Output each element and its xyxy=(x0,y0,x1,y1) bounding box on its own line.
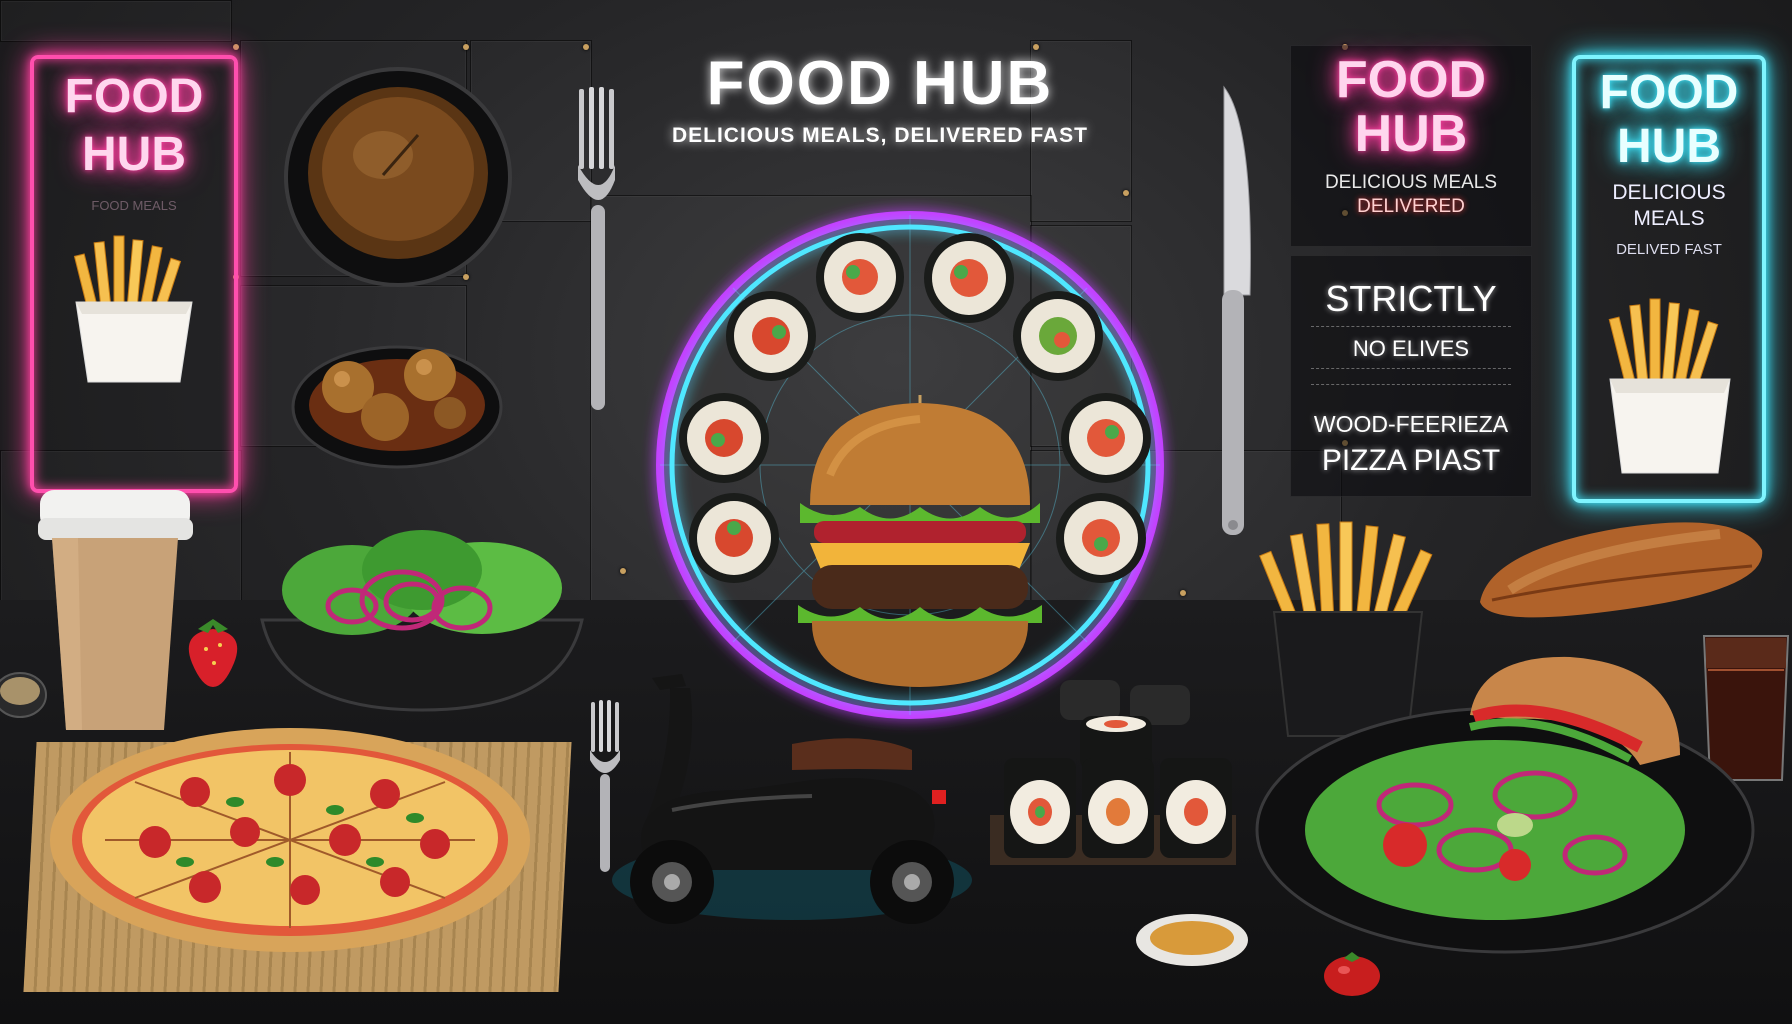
soup-bowl-icon xyxy=(284,67,512,287)
right-sign-line2: HUB xyxy=(1617,120,1721,173)
center-right-sign-sub1: DELICIOUS MEALS xyxy=(1324,172,1498,193)
sauce-dish-icon xyxy=(1136,914,1248,966)
sushi-roll-icon xyxy=(689,493,779,583)
roasted-potatoes-icon xyxy=(291,345,503,469)
menu-divider xyxy=(1311,384,1511,386)
sauce-dish-icon xyxy=(0,672,47,718)
left-sign-faint-text: FOOD MEALS xyxy=(91,198,177,213)
delivery-scooter-icon xyxy=(612,674,972,924)
menu-line-1: STRICTLY xyxy=(1325,278,1497,319)
right-neon-sign: FOOD HUB DELICIOUS MEALS DELIVED FAST xyxy=(1572,55,1766,503)
rivet xyxy=(620,568,626,574)
strawberry-icon xyxy=(188,619,238,687)
sushi-roll-icon xyxy=(679,393,769,483)
french-fries-icon xyxy=(1608,298,1731,474)
menu-line-3: WOOD-FEERIEZA xyxy=(1313,411,1509,437)
baguette-icon xyxy=(1480,522,1763,618)
sushi-roll-icon xyxy=(726,291,816,381)
sandwich-icon xyxy=(1469,656,1680,765)
rivet xyxy=(233,44,239,50)
center-right-sign-sub2: DELIVERED xyxy=(1357,196,1465,217)
headline-tagline: DELICIOUS MEALS, DELIVERED FAST xyxy=(671,124,1089,147)
burger-icon xyxy=(798,395,1042,687)
knife-icon xyxy=(1222,85,1251,535)
menu-line-4: PIZZA PIAST xyxy=(1321,444,1501,477)
right-sign-sub3: DELIVED FAST xyxy=(1616,241,1722,258)
rivet xyxy=(1180,590,1186,596)
sushi-roll-icon xyxy=(924,233,1014,323)
menu-divider xyxy=(1311,368,1511,370)
menu-line-2: NO ELIVES xyxy=(1352,336,1470,361)
sushi-roll-icon xyxy=(816,233,904,321)
cherry-tomato-icon xyxy=(1324,952,1380,996)
right-sign-sub1: DELICIOUS xyxy=(1612,181,1726,204)
sushi-roll-icon xyxy=(1061,393,1151,483)
fork-icon xyxy=(578,87,615,410)
sushi-roll-icon xyxy=(1013,291,1103,381)
coffee-cup-icon xyxy=(38,490,193,730)
menu-divider xyxy=(1311,326,1511,328)
left-sign-line1: FOOD xyxy=(64,70,204,123)
french-fries-icon xyxy=(73,235,193,383)
right-sign-sub2: MEALS xyxy=(1633,207,1705,230)
pizza-icon xyxy=(50,728,530,952)
rivet xyxy=(463,44,469,50)
food-hub-scene: FOOD HUB DELICIOUS MEALS, DELIVERED FAST… xyxy=(0,0,1792,1024)
headline-title: FOOD HUB xyxy=(706,49,1054,118)
headline-block: FOOD HUB DELICIOUS MEALS, DELIVERED FAST xyxy=(600,40,1160,160)
center-right-sign-line1: FOOD xyxy=(1335,51,1487,109)
salad-bowl-icon xyxy=(260,530,584,712)
rivet xyxy=(583,44,589,50)
sushi-roll-icon xyxy=(1056,493,1146,583)
right-sign-line1: FOOD xyxy=(1599,66,1739,119)
menu-board: STRICTLY NO ELIVES WOOD-FEERIEZA PIZZA P… xyxy=(1290,255,1532,497)
sushi-roll-icon xyxy=(990,680,1236,865)
left-sign-line2: HUB xyxy=(82,128,186,181)
left-neon-sign: FOOD HUB FOOD MEALS xyxy=(30,55,238,493)
center-right-sign: FOOD HUB DELICIOUS MEALS DELIVERED xyxy=(1290,45,1532,247)
center-right-sign-line2: HUB xyxy=(1354,105,1468,163)
wall-tile xyxy=(0,0,232,42)
